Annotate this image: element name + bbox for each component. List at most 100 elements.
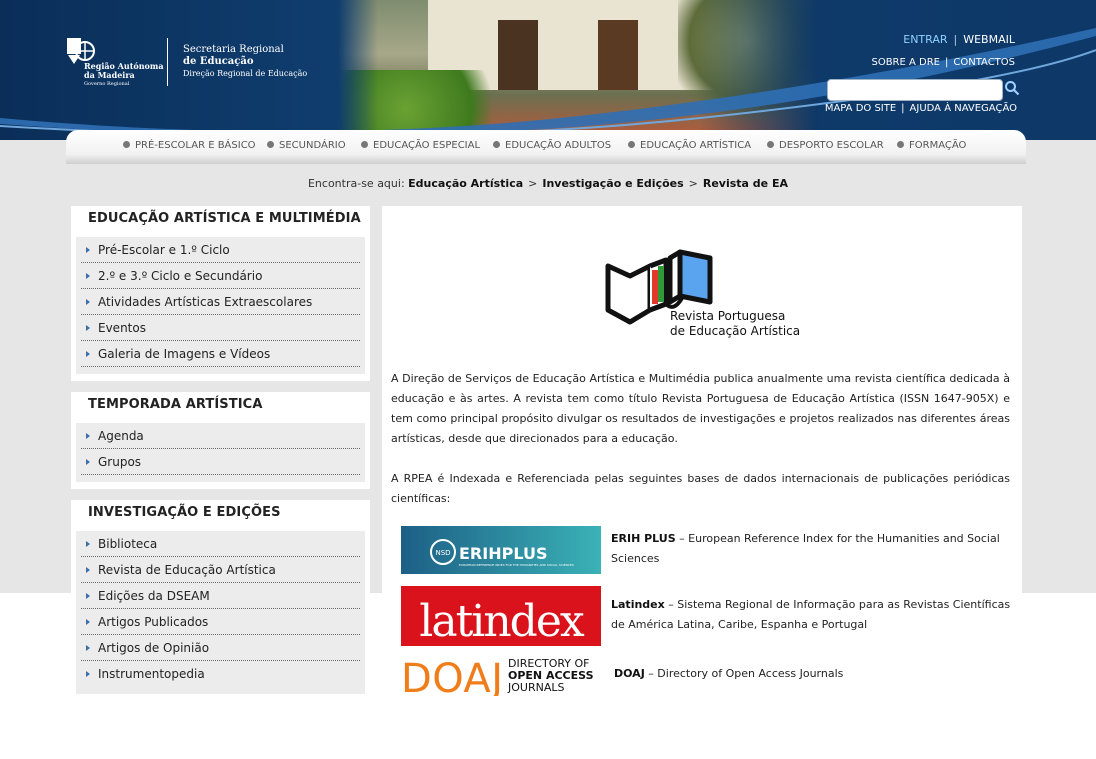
doaj-entry: DOAJ – Directory of Open Access Journals: [614, 664, 1014, 684]
erih-badge-text: NSD: [435, 549, 450, 557]
top-links: ENTRAR | WEBMAIL: [903, 33, 1015, 46]
login-link[interactable]: ENTRAR: [903, 33, 947, 46]
arrow-right-icon: [86, 273, 90, 279]
logo-divider: [167, 38, 168, 86]
db-name[interactable]: ERIH PLUS: [611, 532, 676, 545]
sidebar-item-revista[interactable]: Revista de Educação Artística: [81, 557, 360, 583]
sidebar-item-galeria[interactable]: Galeria de Imagens e Vídeos: [81, 341, 360, 367]
sidebar-panel-temporada: TEMPORADA ARTÍSTICA Agenda Grupos: [71, 392, 370, 489]
panel-title: INVESTIGAÇÃO E EDIÇÕES: [88, 505, 281, 520]
secondary-links: SOBRE A DRE | CONTACTOS: [871, 57, 1015, 68]
erih-plus-logo[interactable]: NSD ERIHPLUS EUROPEAN REFERENCE INDEX FO…: [401, 526, 601, 574]
nav-label: FORMAÇÃO: [909, 140, 967, 151]
panel-title: TEMPORADA ARTÍSTICA: [88, 397, 263, 412]
webmail-link[interactable]: WEBMAIL: [963, 33, 1015, 46]
doaj-logo[interactable]: DOAJ DIRECTORY OF OPEN ACCESS JOURNALS: [401, 654, 601, 696]
arrow-right-icon: [86, 567, 90, 573]
secretaria-line-3: Direção Regional de Educação: [183, 69, 308, 78]
help-link[interactable]: AJUDA À NAVEGAÇÃO: [910, 103, 1017, 114]
sidebar-item-pre-escolar[interactable]: Pré-Escolar e 1.º Ciclo: [81, 237, 360, 263]
panel-menu: Biblioteca Revista de Educação Artística…: [76, 531, 365, 694]
arrow-right-icon: [86, 645, 90, 651]
nav-label: EDUCAÇÃO ARTÍSTICA: [640, 140, 752, 151]
logo-line-3: Governo Regional: [84, 81, 130, 87]
nav-item-educacao-adultos[interactable]: EDUCAÇÃO ADULTOS: [493, 140, 611, 151]
sidebar-item-label: Galeria de Imagens e Vídeos: [98, 347, 271, 361]
panel-title: EDUCAÇÃO ARTÍSTICA E MULTIMÉDIA: [88, 211, 361, 226]
nav-item-desporto-escolar[interactable]: DESPORTO ESCOLAR: [767, 140, 884, 151]
search-icon[interactable]: [1004, 80, 1020, 96]
nav-label: EDUCAÇÃO ESPECIAL: [373, 140, 481, 151]
breadcrumb-separator: >: [688, 177, 698, 190]
sidebar-item-atividades[interactable]: Atividades Artísticas Extraescolares: [81, 289, 360, 315]
erih-logo-text: ERIHPLUS: [459, 544, 547, 563]
sidebar-item-label: 2.º e 3.º Ciclo e Secundário: [98, 269, 263, 283]
breadcrumb-item-educacao-artistica[interactable]: Educação Artística: [408, 177, 523, 190]
latindex-entry: Latindex – Sistema Regional de Informaçã…: [611, 595, 1011, 635]
breadcrumb-item-revista: Revista de EA: [702, 177, 788, 190]
sidebar-item-label: Biblioteca: [98, 537, 158, 551]
rpea-logo-line-1: Revista Portuguesa: [670, 309, 786, 323]
bullet-icon: [493, 141, 500, 148]
nav-label: EDUCAÇÃO ADULTOS: [505, 140, 612, 151]
sidebar-item-eventos[interactable]: Eventos: [81, 315, 360, 341]
bullet-icon: [767, 141, 774, 148]
latindex-logo[interactable]: latindex: [401, 586, 601, 646]
sidebar-item-edicoes[interactable]: Edições da DSEAM: [81, 583, 360, 609]
indexing-paragraph: A RPEA é Indexada e Referenciada pelas s…: [391, 472, 1010, 505]
arrow-right-icon: [86, 351, 90, 357]
about-link[interactable]: SOBRE A DRE: [871, 57, 940, 68]
sidebar-item-label: Grupos: [98, 455, 142, 469]
bullet-icon: [123, 141, 130, 148]
arrow-right-icon: [86, 671, 90, 677]
sidebar-item-label: Artigos de Opinião: [98, 641, 210, 655]
nav-item-pre-escolar[interactable]: PRÉ-ESCOLAR E BÁSICO: [123, 140, 256, 151]
nav-item-formacao[interactable]: FORMAÇÃO: [897, 140, 966, 151]
nav-label: DESPORTO ESCOLAR: [779, 140, 884, 151]
main-nav: PRÉ-ESCOLAR E BÁSICO SECUNDÁRIO EDUCAÇÃO…: [66, 130, 1026, 164]
db-description: – Directory of Open Access Journals: [644, 667, 844, 680]
db-description: – Sistema Regional de Informação para as…: [611, 598, 1011, 631]
sidebar-item-ciclo-secundario[interactable]: 2.º e 3.º Ciclo e Secundário: [81, 263, 360, 289]
sidebar-item-label: Revista de Educação Artística: [98, 563, 276, 577]
breadcrumb-item-investigacao[interactable]: Investigação e Edições: [542, 177, 683, 190]
sidebar-item-grupos[interactable]: Grupos: [81, 449, 360, 475]
sidebar-panel-educacao-artistica: EDUCAÇÃO ARTÍSTICA E MULTIMÉDIA Pré-Esco…: [71, 206, 370, 381]
db-name[interactable]: DOAJ: [614, 667, 645, 680]
secretaria-logo[interactable]: Secretaria Regional de Educação Direção …: [183, 44, 307, 80]
nav-item-educacao-especial[interactable]: EDUCAÇÃO ESPECIAL: [361, 140, 480, 151]
utility-links: MAPA DO SITE | AJUDA À NAVEGAÇÃO: [824, 103, 1017, 114]
doaj-logo-text: DOAJ: [401, 656, 503, 696]
panel-menu: Agenda Grupos: [76, 423, 365, 482]
intro-paragraph: A Direção de Serviços de Educação Artíst…: [391, 372, 1010, 445]
nav-label: SECUNDÁRIO: [279, 140, 346, 151]
bullet-icon: [897, 141, 904, 148]
bullet-icon: [361, 141, 368, 148]
nav-item-secundario[interactable]: SECUNDÁRIO: [267, 140, 346, 151]
secretaria-line-2: de Educação: [183, 56, 254, 67]
erih-logo-subtext: EUROPEAN REFERENCE INDEX FOR THE HUMANIT…: [459, 563, 574, 567]
secretaria-line-1: Secretaria Regional: [183, 44, 284, 55]
arrow-right-icon: [86, 541, 90, 547]
nav-label: PRÉ-ESCOLAR E BÁSICO: [135, 140, 256, 151]
arrow-right-icon: [86, 247, 90, 253]
header-swoosh: [0, 28, 1096, 138]
sitemap-link[interactable]: MAPA DO SITE: [825, 103, 896, 114]
sidebar-item-artigos-opiniao[interactable]: Artigos de Opinião: [81, 635, 360, 661]
sidebar-item-agenda[interactable]: Agenda: [81, 423, 360, 449]
sidebar-item-label: Agenda: [98, 429, 144, 443]
arrow-right-icon: [86, 459, 90, 465]
logo-line-2: da Madeira: [84, 70, 135, 80]
db-name[interactable]: Latindex: [611, 598, 665, 611]
search-input[interactable]: [827, 79, 1003, 101]
nav-item-educacao-artistica[interactable]: EDUCAÇÃO ARTÍSTICA: [628, 140, 751, 151]
sidebar-item-artigos-publicados[interactable]: Artigos Publicados: [81, 609, 360, 635]
rpea-logo-text: Revista Portuguesa de Educação Artística: [670, 309, 800, 339]
sidebar-item-biblioteca[interactable]: Biblioteca: [81, 531, 360, 557]
contacts-link[interactable]: CONTACTOS: [953, 57, 1015, 68]
sidebar-item-instrumentopedia[interactable]: Instrumentopedia: [81, 661, 360, 686]
region-logo-text: Região Autónoma da Madeira Governo Regio…: [84, 62, 164, 89]
sidebar-item-label: Instrumentopedia: [98, 667, 205, 681]
sidebar-item-label: Atividades Artísticas Extraescolares: [98, 295, 313, 309]
sidebar-item-label: Pré-Escolar e 1.º Ciclo: [98, 243, 230, 257]
